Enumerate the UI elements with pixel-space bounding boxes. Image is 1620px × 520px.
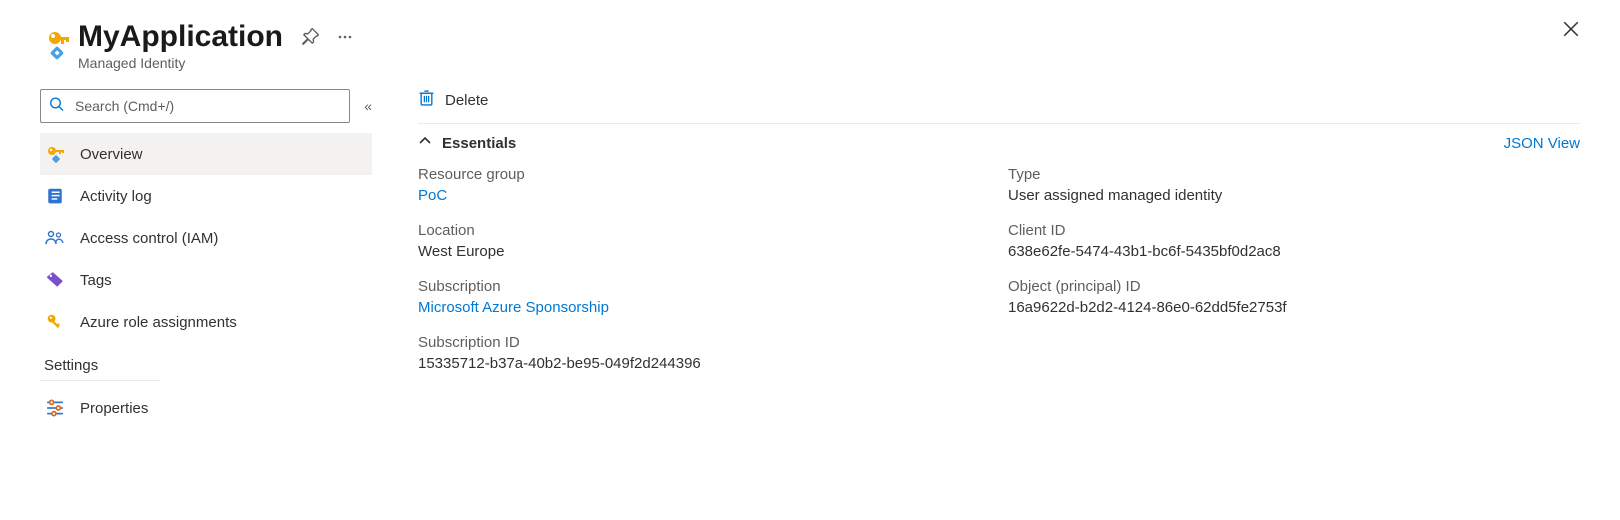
search-box	[40, 89, 350, 123]
field-label: Resource group	[418, 166, 1008, 183]
key-solid-icon	[44, 313, 66, 331]
chevron-up-icon	[418, 134, 432, 152]
pin-button[interactable]	[301, 28, 319, 46]
sidebar-item-activity-log[interactable]: Activity log	[40, 175, 372, 217]
sidebar-item-label: Overview	[80, 146, 143, 163]
sidebar-item-label: Azure role assignments	[80, 314, 237, 331]
field-value: 638e62fe-5474-43b1-bc6f-5435bf0d2ac8	[1008, 243, 1580, 260]
delete-button[interactable]: Delete	[418, 89, 488, 111]
sidebar-nav-settings: Properties	[40, 387, 372, 429]
field-label: Subscription ID	[418, 334, 1008, 351]
sidebar-item-tags[interactable]: Tags	[40, 259, 372, 301]
delete-label: Delete	[445, 92, 488, 109]
field-label: Subscription	[418, 278, 1008, 295]
sidebar-item-label: Access control (IAM)	[80, 230, 218, 247]
trash-icon	[418, 89, 435, 111]
close-button[interactable]	[1562, 20, 1580, 38]
field-subscription-id: Subscription ID 15335712-b37a-40b2-be95-…	[418, 334, 1008, 372]
field-client-id: Client ID 638e62fe-5474-43b1-bc6f-5435bf…	[1008, 222, 1580, 260]
managed-identity-icon	[40, 20, 74, 60]
sidebar-item-label: Properties	[80, 400, 148, 417]
field-object-id: Object (principal) ID 16a9622d-b2d2-4124…	[1008, 278, 1580, 316]
field-value: 15335712-b37a-40b2-be95-049f2d244396	[418, 355, 1008, 372]
field-location: Location West Europe	[418, 222, 1008, 260]
sidebar: « Overview	[40, 89, 372, 429]
field-label: Client ID	[1008, 222, 1580, 239]
search-input[interactable]	[40, 89, 350, 123]
collapse-sidebar-button[interactable]: «	[364, 98, 372, 114]
field-subscription: Subscription Microsoft Azure Sponsorship	[418, 278, 1008, 316]
page-title: MyApplication	[78, 20, 283, 53]
field-label: Type	[1008, 166, 1580, 183]
people-icon	[44, 229, 66, 247]
sidebar-item-label: Activity log	[80, 188, 152, 205]
field-value: 16a9622d-b2d2-4124-86e0-62dd5fe2753f	[1008, 299, 1580, 316]
essentials-label: Essentials	[442, 135, 516, 152]
sidebar-section-settings: Settings	[40, 343, 160, 381]
essentials-toggle[interactable]: Essentials	[418, 134, 516, 152]
sidebar-nav: Overview Activity log	[40, 133, 372, 343]
sliders-icon	[44, 399, 66, 417]
sidebar-item-overview[interactable]: Overview	[40, 133, 372, 175]
subscription-link[interactable]: Microsoft Azure Sponsorship	[418, 299, 1008, 316]
key-icon	[44, 144, 66, 164]
field-label: Location	[418, 222, 1008, 239]
json-view-link[interactable]: JSON View	[1504, 135, 1580, 152]
tag-icon	[44, 271, 66, 289]
page-subtitle: Managed Identity	[78, 55, 353, 71]
search-icon	[49, 97, 65, 116]
main-content: Delete Essentials JSON View Resource gro…	[372, 89, 1580, 429]
sidebar-item-access-control[interactable]: Access control (IAM)	[40, 217, 372, 259]
field-value: West Europe	[418, 243, 1008, 260]
resource-group-link[interactable]: PoC	[418, 187, 1008, 204]
resource-header: MyApplication Managed Identity	[40, 20, 1580, 71]
command-bar: Delete	[418, 89, 1580, 124]
field-type: Type User assigned managed identity	[1008, 166, 1580, 204]
field-resource-group: Resource group PoC	[418, 166, 1008, 204]
field-value: User assigned managed identity	[1008, 187, 1580, 204]
field-label: Object (principal) ID	[1008, 278, 1580, 295]
sidebar-item-label: Tags	[80, 272, 112, 289]
more-button[interactable]	[337, 29, 353, 45]
essentials-grid: Resource group PoC Type User assigned ma…	[418, 166, 1580, 372]
book-icon	[44, 187, 66, 205]
sidebar-item-azure-role-assignments[interactable]: Azure role assignments	[40, 301, 372, 343]
sidebar-item-properties[interactable]: Properties	[40, 387, 372, 429]
